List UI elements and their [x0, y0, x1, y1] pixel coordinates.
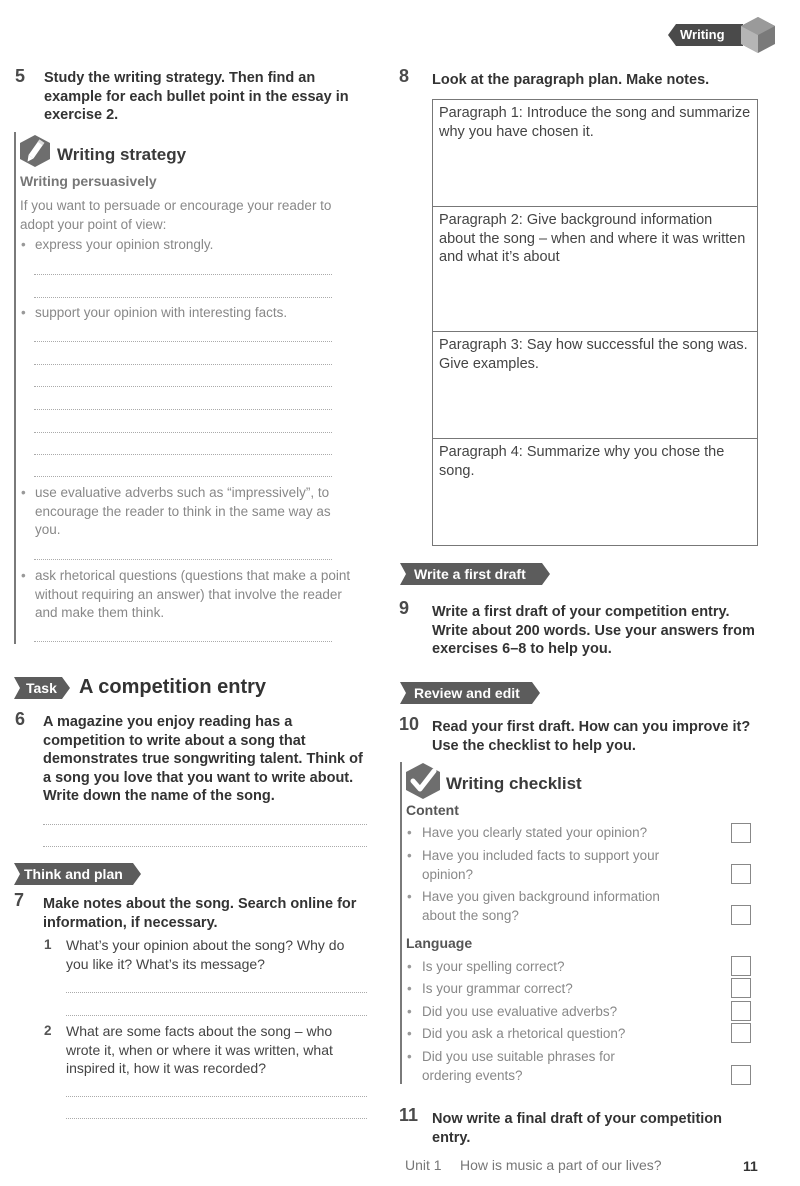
strategy-subtitle: Writing persuasively: [20, 173, 157, 189]
checklist-checkbox[interactable]: [731, 864, 751, 884]
exercise-number: 11: [399, 1105, 419, 1125]
task-tag: Task: [14, 677, 70, 699]
checklist-title: Writing checklist: [446, 774, 582, 793]
page-number: 11: [743, 1158, 758, 1174]
answer-line[interactable]: [66, 1015, 367, 1016]
exercise-instruction: Read your first draft. How can you impro…: [432, 719, 751, 754]
plan-cell-label: Paragraph 3: Say how successful the song…: [439, 337, 748, 372]
checklist-checkbox[interactable]: [731, 1065, 751, 1085]
exercise-number: 10: [399, 714, 420, 734]
exercise-number: 7: [14, 890, 25, 910]
checklist-checkbox[interactable]: [731, 978, 751, 998]
strategy-box-rule: [14, 132, 16, 644]
strategy-bullet: ask rhetorical questions (questions that…: [19, 567, 364, 623]
question-text: What are some facts about the song – who…: [66, 1023, 333, 1076]
question-number: 2: [44, 1023, 52, 1038]
answer-line[interactable]: [34, 297, 332, 298]
strategy-title: Writing strategy: [57, 145, 187, 164]
checklist-checkbox[interactable]: [731, 956, 751, 976]
checklist-item: Did you use suitable phrases for orderin…: [405, 1048, 645, 1085]
answer-line[interactable]: [34, 409, 332, 410]
checklist-content-heading: Content: [406, 802, 459, 818]
checklist-item: Is your spelling correct?: [405, 958, 695, 977]
answer-line[interactable]: [66, 1096, 367, 1097]
plan-cell[interactable]: Paragraph 3: Say how successful the song…: [433, 332, 757, 439]
question-text: What’s your opinion about the song? Why …: [66, 937, 345, 972]
exercise-number: 8: [399, 66, 410, 86]
checklist-item: Have you included facts to support your …: [405, 847, 675, 884]
checklist-checkbox[interactable]: [731, 905, 751, 925]
answer-line[interactable]: [34, 641, 332, 642]
checklist-item: Did you ask a rhetorical question?: [405, 1025, 695, 1044]
checklist-language-heading: Language: [406, 935, 473, 951]
answer-line[interactable]: [34, 364, 332, 365]
checkmark-icon: [406, 763, 440, 799]
answer-line[interactable]: [43, 824, 367, 825]
plan-cell[interactable]: Paragraph 1: Introduce the song and summ…: [433, 100, 757, 207]
exercise-instruction: Now write a final draft of your competit…: [432, 1111, 723, 1146]
strategy-bullet: support your opinion with interesting fa…: [19, 304, 339, 323]
paragraph-plan-table: Paragraph 1: Introduce the song and summ…: [432, 99, 758, 546]
checklist-checkbox[interactable]: [731, 823, 751, 843]
exercise-instruction: A magazine you enjoy reading has a compe…: [43, 714, 363, 804]
exercise-instruction: Write a first draft of your competition …: [432, 604, 755, 657]
strategy-bullet: use evaluative adverbs such as “impressi…: [19, 484, 349, 540]
strategy-bullet: express your opinion strongly.: [19, 236, 339, 255]
exercise-number: 9: [399, 598, 410, 618]
answer-line[interactable]: [43, 846, 367, 847]
review-and-edit-tag: Review and edit: [400, 682, 540, 704]
answer-line[interactable]: [66, 1118, 367, 1119]
checklist-checkbox[interactable]: [731, 1001, 751, 1021]
plan-cell-label: Paragraph 4: Summarize why you chose the…: [439, 444, 725, 479]
answer-line[interactable]: [34, 386, 332, 387]
checklist-item: Have you clearly stated your opinion?: [405, 824, 675, 843]
exercise-number: 5: [15, 66, 26, 86]
answer-line[interactable]: [34, 274, 332, 275]
footer-unit-title: How is music a part of our lives?: [460, 1157, 662, 1173]
answer-line[interactable]: [34, 559, 332, 560]
answer-line[interactable]: [34, 476, 332, 477]
plan-cell-label: Paragraph 1: Introduce the song and summ…: [439, 105, 751, 140]
think-and-plan-tag: Think and plan: [14, 863, 141, 885]
answer-line[interactable]: [34, 454, 332, 455]
hexagon-icon: [741, 17, 775, 53]
plan-cell[interactable]: Paragraph 4: Summarize why you chose the…: [433, 439, 757, 545]
checklist-item: Have you given background information ab…: [405, 888, 695, 925]
exercise-instruction: Make notes about the song. Search online…: [43, 896, 357, 931]
plan-cell[interactable]: Paragraph 2: Give background information…: [433, 207, 757, 332]
exercise-instruction: Study the writing strategy. Then find an…: [44, 70, 349, 123]
task-title: A competition entry: [79, 676, 267, 698]
plan-cell-label: Paragraph 2: Give background information…: [439, 212, 746, 265]
answer-line[interactable]: [34, 432, 332, 433]
section-tab-writing: Writing: [668, 24, 743, 46]
footer-unit: Unit 1: [405, 1157, 442, 1173]
strategy-intro: If you want to persuade or encourage you…: [20, 198, 332, 232]
exercise-instruction: Look at the paragraph plan. Make notes.: [432, 72, 710, 88]
checklist-item: Is your grammar correct?: [405, 980, 695, 999]
answer-line[interactable]: [66, 992, 367, 993]
checklist-box-rule: [400, 762, 402, 1084]
checklist-checkbox[interactable]: [731, 1023, 751, 1043]
answer-line[interactable]: [34, 341, 332, 342]
exercise-number: 6: [15, 709, 26, 729]
pencil-icon: [20, 135, 50, 167]
first-draft-tag: Write a first draft: [400, 563, 550, 585]
checklist-item: Did you use evaluative adverbs?: [405, 1003, 695, 1022]
question-number: 1: [44, 937, 52, 952]
